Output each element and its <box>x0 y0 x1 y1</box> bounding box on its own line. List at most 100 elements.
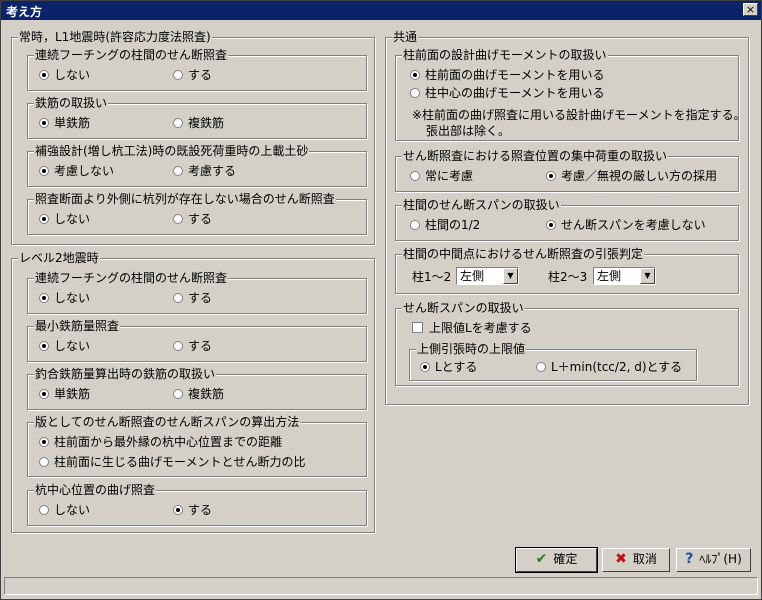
radio-moment-front[interactable]: 柱前面の曲げモーメントを用いる <box>410 68 605 82</box>
radio-l1-shear-yes[interactable]: する <box>173 68 212 82</box>
radio-icon <box>39 341 49 351</box>
group-column-shear-span: 柱間のせん断スパンの取扱い 柱間の1/2 せん断スパンを考慮しない <box>395 198 739 241</box>
radio-label: L＋min(tcc/2, d)とする <box>551 360 683 374</box>
moment-note-line1: ※柱前面の曲げ照査に用いる設計曲げモーメントを指定する。 <box>412 108 746 122</box>
radio-l2-bending-yes[interactable]: する <box>173 503 212 517</box>
radio-l1-double-rebar[interactable]: 複鉄筋 <box>173 116 224 130</box>
select-value: 左側 <box>597 269 622 283</box>
radio-icon <box>39 293 49 303</box>
radio-label: Lとする <box>435 360 478 374</box>
radio-icon <box>410 171 420 181</box>
checkbox-upper-limit[interactable]: 上限値Lを考慮する <box>412 321 532 335</box>
group-normal-l1: 常時，L1地震時(許容応力度法照査) 連続フーチングの柱間のせん断照査 しない … <box>11 30 375 245</box>
cancel-button[interactable]: ✖ 取消 <box>602 548 670 572</box>
radio-concentrated-severe[interactable]: 考慮／無視の厳しい方の採用 <box>546 169 717 183</box>
radio-l1-single-rebar[interactable]: 単鉄筋 <box>39 116 90 130</box>
group-common: 共通 柱前面の設計曲げモーメントの取扱い 柱前面の曲げモーメントを用いる 柱中心… <box>385 30 749 405</box>
group-l2-balanced-rebar: 釣合鉄筋量算出時の鉄筋の取扱い 単鉄筋 複鉄筋 <box>27 367 367 410</box>
group-l1-outer-pile-shear: 照査断面より外側に杭列が存在しない場合のせん断照査 しない する <box>27 192 367 235</box>
cross-icon: ✖ <box>615 551 627 567</box>
radio-l2-shear-no[interactable]: しない <box>39 291 90 305</box>
radio-icon <box>173 293 183 303</box>
radio-icon <box>410 88 420 98</box>
chevron-down-icon[interactable]: ▼ <box>503 268 518 284</box>
radio-icon <box>173 389 183 399</box>
moment-note-line2: 張出部は除く。 <box>426 124 511 138</box>
group-title: 柱間の中間点におけるせん断照査の引張判定 <box>402 247 645 261</box>
question-icon: ? <box>685 551 694 567</box>
chevron-down-icon[interactable]: ▼ <box>640 268 655 284</box>
radio-icon <box>173 166 183 176</box>
radio-l1-overburden-no[interactable]: 考慮しない <box>39 164 114 178</box>
radio-column-half[interactable]: 柱間の1/2 <box>410 218 480 232</box>
group-title: 柱前面の設計曲げモーメントの取扱い <box>402 48 608 62</box>
status-bar <box>4 577 758 595</box>
group-l1-rebar: 鉄筋の取扱い 単鉄筋 複鉄筋 <box>27 96 367 139</box>
group-title: 杭中心位置の曲げ照査 <box>34 483 157 497</box>
group-title: 鉄筋の取扱い <box>34 96 109 110</box>
radio-label: する <box>188 212 213 226</box>
radio-l1-overburden-yes[interactable]: 考慮する <box>173 164 236 178</box>
select-value: 左側 <box>460 269 485 283</box>
group-l1-overburden: 補強設計(増し杭工法)時の既設死荷重時の上載土砂 考慮しない 考慮する <box>27 144 367 187</box>
radio-limit-l[interactable]: Lとする <box>420 360 477 374</box>
radio-label: 柱中心の曲げモーメントを用いる <box>425 86 605 100</box>
group-title: せん断スパンの取扱い <box>402 301 525 315</box>
dialog-window: 考え方 × 常時，L1地震時(許容応力度法照査) 連続フーチングの柱間のせん断照… <box>0 0 762 600</box>
radio-label: 柱前面に生じる曲げモーメントとせん断力の比 <box>54 455 306 469</box>
radio-l1-shear-no[interactable]: しない <box>39 68 90 82</box>
radio-label: 複鉄筋 <box>188 387 225 401</box>
radio-icon <box>410 70 420 80</box>
window-title: 考え方 <box>6 5 43 19</box>
radio-l1-outer-yes[interactable]: する <box>173 212 212 226</box>
group-title: 連続フーチングの柱間のせん断照査 <box>34 271 229 285</box>
ok-button[interactable]: ✔ 確定 <box>515 547 598 573</box>
radio-concentrated-always[interactable]: 常に考慮 <box>410 169 473 183</box>
group-l2-pile-bending: 杭中心位置の曲げ照査 しない する <box>27 483 367 526</box>
radio-icon <box>39 214 49 224</box>
radio-label: する <box>188 68 213 82</box>
radio-l2-bending-no[interactable]: しない <box>39 503 90 517</box>
radio-icon <box>173 214 183 224</box>
radio-icon <box>39 437 49 447</box>
help-label: ﾍﾙﾌﾟ(H) <box>699 552 742 566</box>
radio-icon <box>536 362 546 372</box>
close-button[interactable]: × <box>743 3 758 16</box>
group-title: 照査断面より外側に杭列が存在しない場合のせん断照査 <box>34 192 336 206</box>
group-title: 版としてのせん断照査のせん断スパンの算出方法 <box>34 415 301 429</box>
radio-icon <box>173 505 183 515</box>
group-title: 最小鉄筋量照査 <box>34 319 121 333</box>
radio-column-ignore[interactable]: せん断スパンを考慮しない <box>546 218 706 232</box>
radio-label: 柱前面の曲げモーメントを用いる <box>425 68 605 82</box>
radio-l2-shear-yes[interactable]: する <box>173 291 212 305</box>
radio-icon <box>173 118 183 128</box>
midpoint-select-1[interactable]: 左側 ▼ <box>456 267 519 285</box>
help-button[interactable]: ? ﾍﾙﾌﾟ(H) <box>676 548 751 572</box>
radio-icon <box>546 171 556 181</box>
radio-moment-center[interactable]: 柱中心の曲げモーメントを用いる <box>410 86 605 100</box>
radio-limit-l-min[interactable]: L＋min(tcc/2, d)とする <box>536 360 682 374</box>
radio-l1-outer-no[interactable]: しない <box>39 212 90 226</box>
group-l2-min-rebar: 最小鉄筋量照査 しない する <box>27 319 367 362</box>
midpoint-select-2[interactable]: 左側 ▼ <box>593 267 656 285</box>
group-title: 柱間のせん断スパンの取扱い <box>402 198 561 212</box>
ok-label: 確定 <box>553 552 578 566</box>
radio-l2-minrebar-no[interactable]: しない <box>39 339 90 353</box>
title-bar: 考え方 × <box>1 1 761 20</box>
group-midpoint-tension: 柱間の中間点におけるせん断照査の引張判定 柱1～2 左側 ▼ 柱2～3 左側 ▼ <box>395 247 739 294</box>
group-title: せん断照査における照査位置の集中荷重の取扱い <box>402 149 669 163</box>
radio-label: しない <box>54 339 91 353</box>
radio-l2-span-ratio[interactable]: 柱前面に生じる曲げモーメントとせん断力の比 <box>39 455 306 469</box>
radio-l2-single-rebar[interactable]: 単鉄筋 <box>39 387 90 401</box>
group-level2: レベル2地震時 連続フーチングの柱間のせん断照査 しない する 最小鉄筋量照査 … <box>11 251 375 533</box>
radio-icon <box>39 457 49 467</box>
radio-l2-double-rebar[interactable]: 複鉄筋 <box>173 387 224 401</box>
radio-label: 考慮／無視の厳しい方の採用 <box>561 169 718 183</box>
radio-l2-span-distance[interactable]: 柱前面から最外縁の杭中心位置までの距離 <box>39 435 282 449</box>
radio-label: する <box>188 339 213 353</box>
checkbox-icon <box>412 322 423 333</box>
group-normal-l1-title: 常時，L1地震時(許容応力度法照査) <box>18 30 212 44</box>
radio-label: せん断スパンを考慮しない <box>561 218 706 232</box>
radio-l2-minrebar-yes[interactable]: する <box>173 339 212 353</box>
group-title: 釣合鉄筋量算出時の鉄筋の取扱い <box>34 367 217 381</box>
